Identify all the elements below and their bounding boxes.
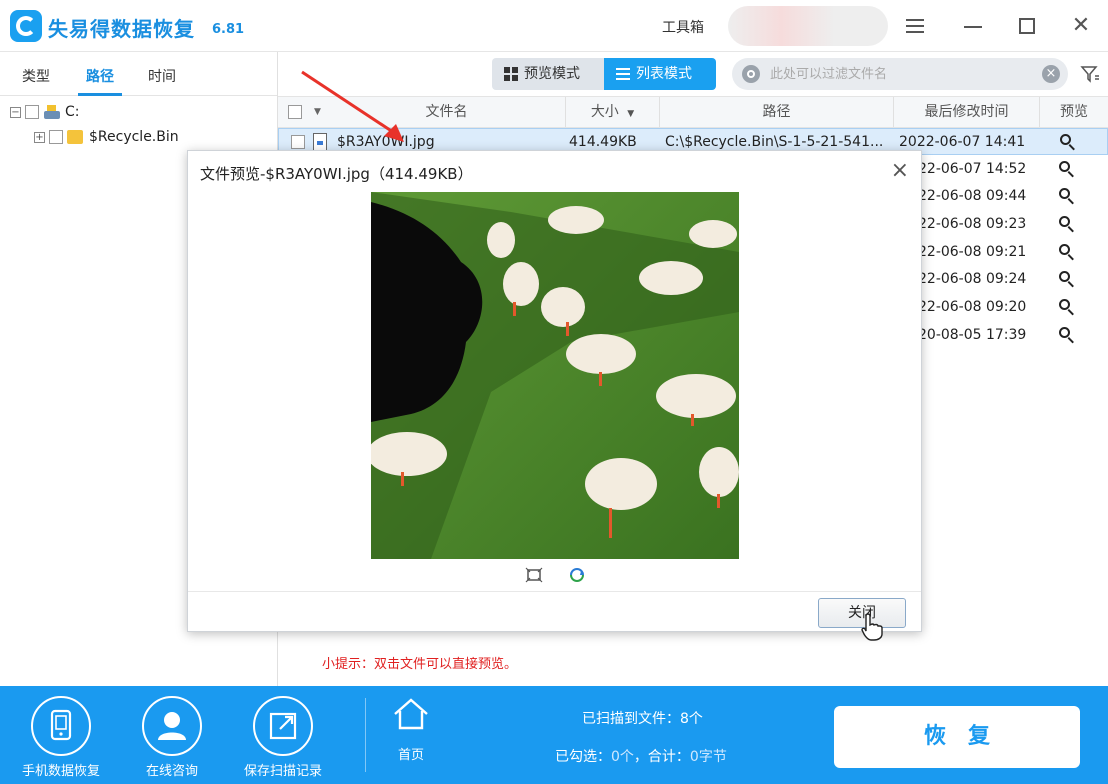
bottom-bar: 手机数据恢复 在线咨询 保存扫描记录 首页 已扫描到文件：8个 已勾选：0个，合… — [0, 686, 1108, 784]
file-modified: 20-08-05 17:39 — [918, 327, 1027, 343]
file-modified: 22-06-08 09:24 — [918, 271, 1027, 287]
thumbnail-mode-label: 预览模式 — [524, 66, 580, 82]
app-version: 6.81 — [212, 22, 245, 37]
preview-image — [371, 192, 739, 559]
annotation-arrow-icon — [301, 70, 404, 142]
column-header-size-label: 大小 — [590, 104, 619, 120]
title-bar: 失易得数据恢复 6.81 工具箱 ✕ — [0, 0, 1108, 52]
search-icon — [742, 65, 760, 83]
drive-icon — [43, 104, 61, 120]
selected-label: 已勾选： — [555, 749, 611, 765]
preview-magnifier-icon[interactable] — [1058, 270, 1076, 288]
phone-recovery-label: 手机数据恢复 — [21, 764, 100, 779]
sort-desc-icon: ▼ — [627, 109, 635, 119]
preview-magnifier-icon[interactable] — [1058, 187, 1076, 205]
app-title: 失易得数据恢复 — [48, 17, 195, 41]
left-tabs: 类型 路径 时间 — [0, 52, 277, 96]
thumbnail-mode-button[interactable]: 预览模式 — [492, 58, 604, 90]
search-box: × — [732, 58, 1068, 90]
account-area[interactable] — [728, 6, 888, 46]
home-label: 首页 — [397, 748, 424, 763]
filter-icon[interactable] — [1080, 64, 1100, 84]
hint-text: 小提示：双击文件可以直接预览。 — [322, 657, 518, 672]
phone-icon — [31, 696, 91, 756]
collapse-icon[interactable]: − — [10, 106, 21, 118]
tree-checkbox[interactable] — [49, 130, 63, 144]
grid-icon — [504, 67, 518, 81]
file-modified: 22-06-08 09:23 — [918, 216, 1027, 232]
online-consult-button[interactable]: 在线咨询 — [117, 692, 227, 779]
minimize-icon[interactable] — [960, 13, 986, 39]
dialog-title: 文件预览-$R3AY0WI.jpg（414.49KB） — [200, 165, 473, 183]
menu-icon[interactable] — [902, 13, 928, 39]
preview-magnifier-icon[interactable] — [1059, 133, 1077, 151]
fit-to-window-icon[interactable] — [525, 567, 543, 583]
preview-magnifier-icon[interactable] — [1058, 160, 1076, 178]
file-modified: 22-06-08 09:20 — [918, 299, 1027, 315]
column-header-size[interactable]: 大小 ▼ — [566, 97, 660, 127]
file-modified: 22-06-07 14:52 — [918, 161, 1027, 177]
list-icon — [616, 67, 630, 81]
total-label: ，合计： — [633, 749, 690, 765]
file-modified: 22-06-08 09:21 — [918, 244, 1027, 260]
phone-recovery-button[interactable]: 手机数据恢复 — [6, 692, 116, 779]
column-header-modified[interactable]: 最后修改时间 — [894, 97, 1040, 127]
export-icon — [253, 696, 313, 756]
preview-magnifier-icon[interactable] — [1058, 243, 1076, 261]
dialog-divider — [188, 591, 921, 592]
clear-icon[interactable]: × — [1042, 65, 1060, 83]
file-modified: 22-06-08 09:44 — [918, 188, 1027, 204]
save-scan-record-label: 保存扫描记录 — [243, 764, 322, 779]
tab-time[interactable]: 时间 — [148, 66, 176, 86]
selected-count: 0个 — [611, 749, 634, 765]
preview-magnifier-icon[interactable] — [1058, 215, 1076, 233]
save-scan-record-button[interactable]: 保存扫描记录 — [228, 692, 338, 779]
tree-checkbox[interactable] — [25, 105, 39, 119]
list-mode-button[interactable]: 列表模式 — [604, 58, 716, 90]
maximize-icon[interactable] — [1014, 13, 1040, 39]
toolbox-button[interactable]: 工具箱 — [662, 17, 704, 37]
preview-magnifier-icon[interactable] — [1058, 298, 1076, 316]
home-icon — [394, 698, 428, 730]
bottom-divider — [365, 698, 366, 772]
tree-item-label: C: — [65, 104, 80, 120]
file-preview-dialog: 文件预览-$R3AY0WI.jpg（414.49KB） × 关闭 — [187, 150, 922, 632]
tab-type[interactable]: 类型 — [22, 66, 50, 86]
tree-item-label: $Recycle.Bin — [89, 129, 179, 145]
support-person-icon — [142, 696, 202, 756]
preview-magnifier-icon[interactable] — [1058, 326, 1076, 344]
hand-cursor-icon — [861, 613, 883, 641]
selected-summary: 已勾选：0个，合计：0字节 — [555, 746, 727, 766]
folder-icon — [67, 130, 83, 144]
column-header-preview: 预览 — [1060, 104, 1088, 120]
recover-button[interactable]: 恢复 — [834, 706, 1080, 768]
tree-item-recycle-bin[interactable]: + $Recycle.Bin — [34, 127, 179, 147]
online-consult-label: 在线咨询 — [145, 764, 198, 779]
tab-path[interactable]: 路径 — [78, 66, 122, 96]
column-header-path[interactable]: 路径 — [660, 97, 894, 127]
total-size: 0字节 — [689, 749, 727, 765]
home-button[interactable]: 首页 — [376, 696, 446, 776]
close-icon[interactable]: ✕ — [1068, 13, 1094, 39]
list-mode-label: 列表模式 — [636, 66, 692, 82]
expand-icon[interactable]: + — [34, 131, 45, 143]
filename-filter-input[interactable] — [770, 58, 1020, 90]
rotate-icon[interactable] — [568, 567, 586, 583]
scanned-count-text: 已扫描到文件：8个 — [582, 711, 703, 727]
dialog-close-icon[interactable]: × — [891, 159, 909, 183]
app-logo-icon — [10, 10, 42, 42]
tree-item-c-drive[interactable]: − C: — [10, 102, 80, 122]
